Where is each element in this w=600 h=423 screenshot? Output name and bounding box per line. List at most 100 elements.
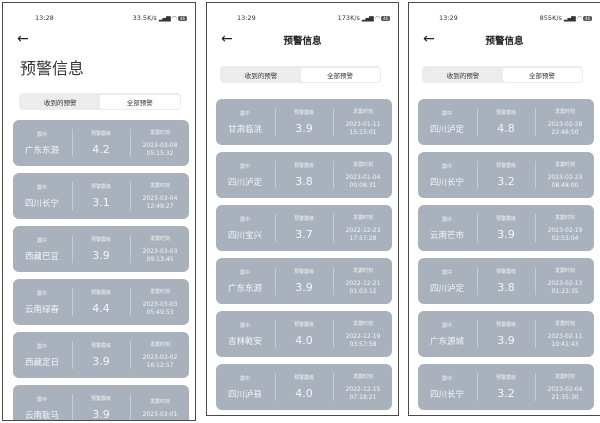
network-speed: 855K/s (539, 14, 562, 22)
tab-received[interactable]: 收到的预警 (424, 68, 503, 82)
alert-card[interactable]: 震中 四川泸定 预警震级 3.8 发震时刻 2023-02-13 01:23:3… (418, 258, 594, 304)
epicenter-label: 震中 (36, 396, 47, 403)
epicenter-label: 震中 (239, 269, 250, 276)
issued-time: 10:41:43 (551, 340, 579, 348)
level-label: 预警震级 (90, 131, 111, 137)
issued-time: 07:18:21 (349, 393, 377, 401)
alert-card[interactable]: 震中 甘肃临洮 预警震级 3.9 发震时刻 2023-01-11 15:15:0… (216, 99, 392, 145)
wifi-icon: ◠ (171, 14, 177, 22)
screen-all-alerts-2: 13:29 855K/s ▂▄▆ ◠ 46 ← 预警信息 收到的预警 全部预警 … (408, 2, 600, 416)
back-arrow-icon[interactable]: ← (17, 32, 29, 46)
level-label: 预警震级 (495, 322, 516, 328)
level-label: 预警震级 (495, 269, 516, 275)
issued-date: 2023-02-13 (547, 279, 583, 287)
issued-date: 2023-03-04 (142, 194, 178, 202)
page-title: 预警信息 (485, 36, 524, 47)
issued-time: 02:53:04 (551, 234, 579, 242)
battery-icon: 46 (178, 15, 187, 21)
issued-time: 16:12:57 (146, 361, 174, 369)
level-label: 预警震级 (293, 269, 314, 275)
alert-card[interactable]: 震中 广东源城 预警震级 3.9 发震时刻 2023-02-11 10:41:4… (418, 311, 594, 357)
epicenter-label: 震中 (36, 343, 47, 350)
epicenter-label: 震中 (36, 290, 47, 297)
alert-card[interactable]: 震中 四川长宁 预警震级 3.2 发震时刻 2023-02-04 21:35:3… (418, 364, 594, 410)
issued-time: 12:49:27 (146, 202, 174, 210)
issued-date: 2023-02-23 (547, 173, 583, 181)
epicenter-label: 震中 (441, 322, 452, 329)
level-value: 3.9 (497, 228, 515, 241)
issued-date: 2023-02-04 (547, 385, 583, 393)
epicenter-value: 四川长宁 (24, 198, 59, 209)
alert-card[interactable]: 震中 云南耿马 预警震级 3.9 发震时刻 2023-03-01 (13, 385, 189, 420)
epicenter-value: 西藏定日 (24, 357, 59, 368)
signal-icon: ▂▄▆ (563, 14, 576, 22)
issued-date: 2023-01-04 (345, 173, 381, 181)
alert-card[interactable]: 震中 四川长宁 预警震级 3.2 发震时刻 2023-02-23 08:48:0… (418, 152, 594, 198)
alert-card[interactable]: 震中 四川泸定 预警震级 4.8 发震时刻 2023-02-28 22:46:5… (418, 99, 594, 145)
level-label: 预警震级 (293, 110, 314, 116)
issued-label: 发震时刻 (352, 108, 373, 115)
epicenter-label: 震中 (239, 163, 250, 170)
level-value: 4.0 (295, 334, 313, 347)
issued-label: 发震时刻 (352, 373, 373, 380)
battery-icon: 46 (583, 15, 592, 21)
tab-all[interactable]: 全部预警 (502, 67, 582, 82)
tab-bar: 收到的预警 全部预警 (220, 66, 381, 83)
issued-label: 发震时刻 (554, 108, 575, 115)
issued-time: 08:48:00 (551, 181, 579, 189)
issued-time: 17:57:28 (349, 234, 377, 242)
tab-received[interactable]: 收到的预警 (222, 68, 301, 82)
signal-icon: ▂▄▆ (361, 14, 374, 22)
epicenter-value: 广东东源 (24, 145, 59, 156)
issued-date: 2023-03-03 (142, 247, 178, 255)
alert-card[interactable]: 震中 云南绿春 预警震级 4.4 发震时刻 2023-03-03 05:49:5… (13, 279, 189, 325)
level-label: 预警震级 (495, 110, 516, 116)
level-value: 4.2 (92, 143, 110, 156)
epicenter-label: 震中 (36, 131, 47, 138)
epicenter-value: 四川长宁 (429, 177, 464, 188)
tab-received[interactable]: 收到的预警 (21, 95, 101, 109)
issued-date: 2023-02-11 (547, 332, 583, 340)
level-value: 3.9 (92, 249, 110, 262)
issued-date: 2023-02-28 (547, 120, 583, 128)
tab-all[interactable]: 全部预警 (300, 67, 380, 82)
alert-card[interactable]: 震中 广东东源 预警震级 4.2 发震时刻 2023-03-08 05:15:3… (13, 120, 189, 166)
issued-date: 2023-03-08 (142, 141, 178, 149)
epicenter-value: 云南绿春 (24, 304, 59, 315)
level-value: 4.8 (497, 122, 515, 135)
issued-label: 发震时刻 (352, 214, 373, 221)
alert-card[interactable]: 震中 四川长宁 预警震级 3.1 发震时刻 2023-03-04 12:49:2… (13, 173, 189, 219)
epicenter-value: 四川泸县 (227, 389, 262, 400)
status-time: 13:29 (237, 14, 256, 22)
epicenter-value: 云南芒市 (429, 230, 464, 241)
alert-card[interactable]: 震中 吉林乾安 预警震级 4.0 发震时刻 2022-12-19 03:57:5… (216, 311, 392, 357)
level-value: 4.4 (92, 302, 110, 315)
alert-card[interactable]: 震中 四川宝兴 预警震级 3.7 发震时刻 2022-12-23 17:57:2… (216, 205, 392, 251)
epicenter-label: 震中 (239, 375, 250, 382)
level-label: 预警震级 (495, 375, 516, 381)
tab-bar: 收到的预警 全部预警 (19, 93, 181, 110)
epicenter-value: 广东源城 (429, 336, 464, 347)
issued-time: 01:23:35 (551, 287, 579, 295)
alert-card[interactable]: 震中 四川泸县 预警震级 4.0 发震时刻 2022-12-15 07:18:2… (216, 364, 392, 410)
page-title: 预警信息 (20, 59, 85, 78)
issued-date: 2023-02-19 (547, 226, 583, 234)
alert-card[interactable]: 震中 四川泸定 预警震级 3.8 发震时刻 2023-01-04 00:08:3… (216, 152, 392, 198)
alert-card[interactable]: 震中 西藏定日 预警震级 3.9 发震时刻 2023-03-02 16:12:5… (13, 332, 189, 378)
issued-label: 发震时刻 (149, 235, 170, 242)
alert-card[interactable]: 震中 云南芒市 预警震级 3.9 发震时刻 2023-02-19 02:53:0… (418, 205, 594, 251)
epicenter-value: 西藏巴宜 (24, 251, 59, 262)
issued-label: 发震时刻 (554, 267, 575, 274)
issued-time: 22:46:50 (551, 128, 579, 136)
level-value: 3.2 (497, 387, 515, 400)
issued-time: 15:15:01 (349, 128, 377, 136)
issued-time: 05:15:32 (146, 149, 174, 157)
tab-all[interactable]: 全部预警 (100, 94, 180, 109)
level-label: 预警震级 (293, 216, 314, 222)
alert-card[interactable]: 震中 西藏巴宜 预警震级 3.9 发震时刻 2023-03-03 09:13:4… (13, 226, 189, 272)
level-label: 预警震级 (90, 290, 111, 296)
signal-icon: ▂▄▆ (158, 14, 171, 22)
issued-label: 发震时刻 (352, 320, 373, 327)
alert-card[interactable]: 震中 广东东源 预警震级 3.9 发震时刻 2022-12-21 01:03:1… (216, 258, 392, 304)
level-label: 预警震级 (495, 163, 516, 169)
